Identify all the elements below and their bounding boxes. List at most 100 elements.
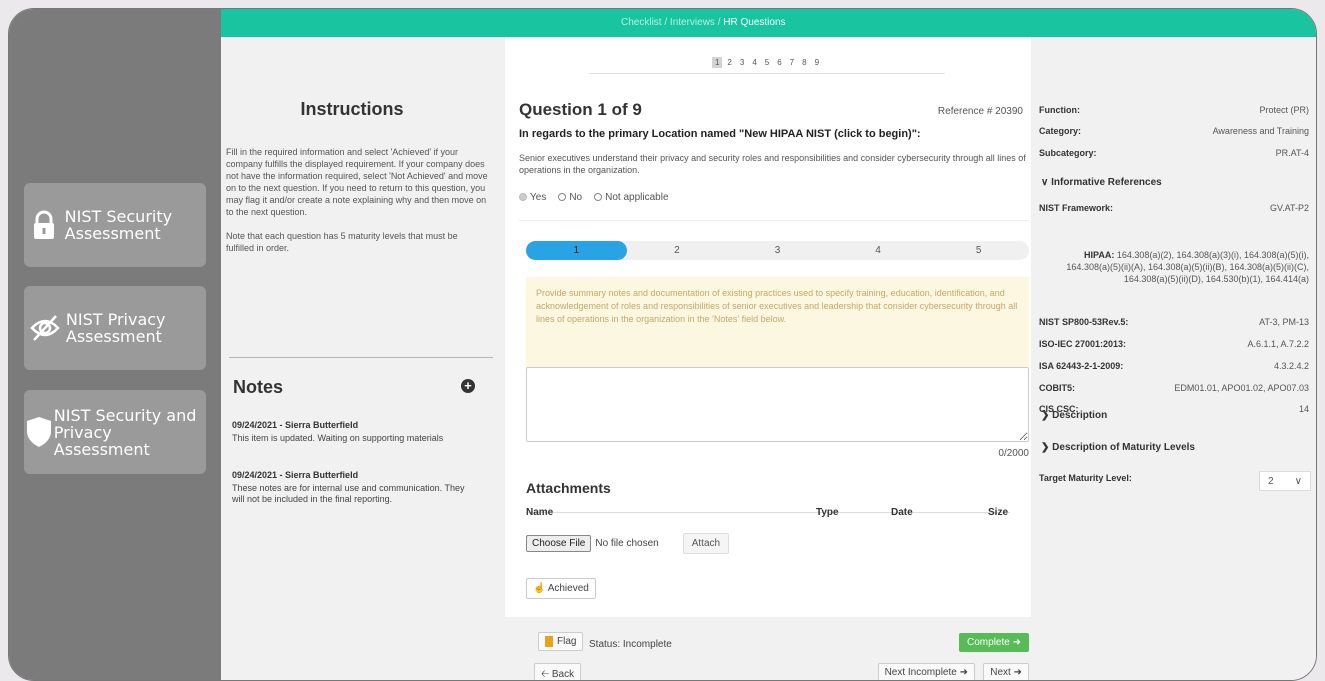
lock-icon (24, 210, 65, 240)
note-text: This item is updated. Waiting on support… (232, 433, 444, 443)
guidance-box: Provide summary notes and documentation … (526, 277, 1029, 367)
app-frame: NIST Security Assessment NIST Privacy As… (8, 8, 1317, 681)
arrow-left-icon: 🡠 (541, 669, 550, 680)
nav-label: NIST Security and Privacy Assessment (53, 405, 197, 459)
detail-isa: ISA 62443-2-1-2009: 4.3.2.4.2 (1039, 361, 1309, 371)
nav-label: NIST Security Assessment (64, 207, 173, 243)
file-upload-row: Choose File No file chosen Attach (526, 533, 730, 554)
note-item: 09/24/2021 - Sierra Butterfield This ite… (232, 420, 477, 444)
attach-button[interactable]: Attach (682, 533, 730, 554)
divider (519, 220, 1029, 221)
notes-title: Notes (233, 377, 284, 397)
page-5[interactable]: 5 (762, 57, 772, 68)
page-1[interactable]: 1 (711, 57, 723, 68)
description-maturity-toggle[interactable]: ❯ Description of Maturity Levels (1041, 442, 1195, 453)
nav-nist-privacy[interactable]: NIST Privacy Assessment (24, 286, 206, 370)
radio-icon (594, 193, 603, 201)
nav-nist-security-privacy[interactable]: NIST Security and Privacy Assessment (24, 390, 206, 474)
breadcrumb-current: HR Questions (723, 17, 786, 28)
detail-function: Function: Protect (PR) (1039, 105, 1309, 115)
question-subtitle: In regards to the primary Location named… (519, 128, 921, 140)
detail-nist: NIST Framework: GV.AT-P2 (1039, 203, 1309, 213)
option-yes[interactable]: Yes (519, 192, 546, 203)
page-9[interactable]: 9 (812, 57, 822, 68)
page-3[interactable]: 3 (737, 57, 747, 68)
arrow-right-icon: ➜ (959, 667, 968, 678)
choose-file-button[interactable]: Choose File (526, 535, 592, 552)
radio-icon (519, 193, 527, 201)
instructions-panel: Instructions Fill in the required inform… (221, 37, 505, 680)
option-no[interactable]: No (558, 192, 582, 203)
informative-references-toggle[interactable]: ∨ Informative References (1041, 177, 1162, 188)
page-7[interactable]: 7 (787, 57, 797, 68)
file-status: No file chosen (595, 538, 659, 549)
detail-sp800: NIST SP800-53Rev.5: AT-3, PM-13 (1039, 317, 1309, 327)
attachments-title: Attachments (526, 480, 611, 496)
breadcrumb: Checklist / Interviews / HR Questions (621, 17, 786, 28)
option-not-applicable[interactable]: Not applicable (594, 192, 669, 203)
next-incomplete-button[interactable]: Next Incomplete ➜ (877, 663, 975, 680)
page-4[interactable]: 4 (749, 57, 759, 68)
flag-button[interactable]: Flag (538, 632, 584, 651)
maturity-tab-3[interactable]: 3 (727, 241, 828, 260)
note-header: 09/24/2021 - Sierra Butterfield (232, 470, 359, 480)
complete-button[interactable]: Complete ➜ (959, 633, 1029, 652)
description-toggle[interactable]: ❯ Description (1041, 410, 1107, 421)
col-name: Name (526, 507, 554, 518)
radio-icon (558, 193, 567, 201)
instructions-p1: Fill in the required information and sel… (226, 147, 488, 217)
maturity-tab-1[interactable]: 1 (526, 241, 627, 260)
nav-nist-security[interactable]: NIST Security Assessment (24, 183, 206, 267)
detail-iso: ISO-IEC 27001:2013: A.6.1.1, A.7.2.2 (1039, 339, 1309, 349)
detail-cobit: COBIT5: EDM01.01, APO01.02, APO07.03 (1039, 383, 1309, 393)
maturity-level-tabs: 1 2 3 4 5 (526, 241, 1029, 260)
target-maturity-label: Target Maturity Level: (1039, 473, 1132, 483)
question-title: Question 1 of 9 (519, 100, 642, 119)
note-text: These notes are for internal use and com… (232, 483, 465, 504)
note-header: 09/24/2021 - Sierra Butterfield (232, 420, 359, 430)
next-button[interactable]: Next ➜ (983, 663, 1029, 680)
back-button[interactable]: 🡠 Back (534, 663, 582, 680)
nav-label: NIST Privacy Assessment (65, 310, 166, 346)
top-bar: Checklist / Interviews / HR Questions (221, 9, 1316, 37)
achieved-button[interactable]: ☝ Achieved (526, 578, 596, 599)
page-6[interactable]: 6 (774, 57, 784, 68)
note-item: 09/24/2021 - Sierra Butterfield These no… (232, 470, 477, 505)
maturity-tab-5[interactable]: 5 (928, 241, 1029, 260)
divider (229, 357, 493, 358)
maturity-tab-4[interactable]: 4 (828, 241, 929, 260)
page-2[interactable]: 2 (724, 57, 734, 68)
eye-slash-icon (24, 314, 66, 342)
chevron-down-icon: ∨ (1294, 476, 1302, 487)
page-8[interactable]: 8 (799, 57, 809, 68)
add-note-icon[interactable]: + (461, 379, 475, 393)
shield-icon (24, 416, 54, 448)
breadcrumb-interviews[interactable]: Interviews (670, 17, 715, 28)
character-counter: 0/2000 (998, 448, 1029, 459)
arrow-right-icon: ➜ (1013, 667, 1022, 678)
details-panel: Function: Protect (PR) Category: Awareness… (1031, 37, 1316, 680)
maturity-tab-2[interactable]: 2 (627, 241, 728, 260)
detail-hipaa: HIPAA: 164.308(a)(2), 164.308(a)(3)(i), … (1066, 250, 1309, 284)
col-date: Date (891, 507, 913, 518)
detail-category: Category: Awareness and Training (1039, 126, 1309, 136)
chevron-right-icon: ❯ (1041, 410, 1050, 421)
chevron-down-icon: ∨ (1041, 177, 1049, 188)
breadcrumb-checklist[interactable]: Checklist (621, 17, 662, 28)
chevron-right-icon: ❯ (1041, 442, 1050, 453)
attachments-header: Name Type Date Size . (526, 507, 1010, 518)
notes-textarea[interactable] (526, 367, 1029, 442)
question-pager: 123456789 (589, 57, 945, 74)
target-maturity-select[interactable]: 2 ∨ (1259, 471, 1311, 491)
col-size: Size (988, 507, 1009, 518)
col-type: Type (816, 507, 839, 518)
answer-options: Yes No Not applicable (519, 192, 669, 203)
detail-subcategory: Subcategory: PR.AT-4 (1039, 148, 1309, 158)
question-footer: Flag Status: Incomplete Complete ➜ 🡠 Bac… (505, 617, 1031, 680)
thumbs-up-icon: ☝ (533, 583, 546, 594)
instructions-text: Fill in the required information and sel… (226, 146, 488, 266)
question-reference: Reference # 20390 (937, 106, 1023, 117)
question-description: Senior executives understand their priva… (519, 153, 1026, 175)
question-panel: 123456789 Question 1 of 9 Reference # 20… (505, 37, 1031, 680)
flag-icon (545, 636, 553, 647)
